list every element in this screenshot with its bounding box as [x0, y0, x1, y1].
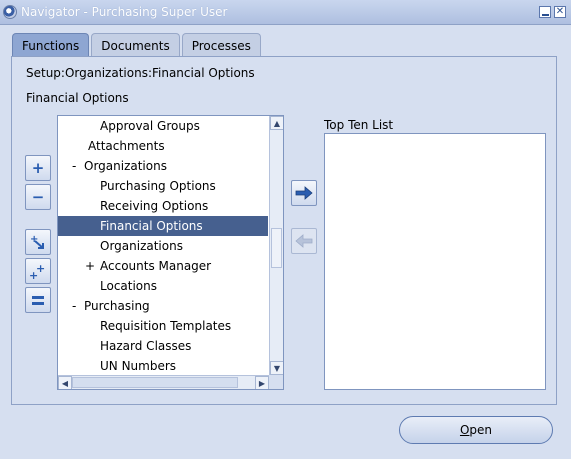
tree-item[interactable]: + Accounts Manager — [58, 256, 268, 276]
expand-all-icon: + + — [29, 262, 45, 280]
tree-item-label: Purchasing — [84, 299, 150, 313]
tree-item[interactable]: Receiving Options — [58, 196, 268, 216]
scroll-down-icon[interactable]: ▼ — [270, 361, 283, 375]
tree-item-label: Attachments — [88, 139, 165, 153]
section-label: Financial Options — [26, 91, 129, 105]
tree-item[interactable]: Locations — [58, 276, 268, 296]
tree-expander[interactable]: + — [85, 256, 95, 276]
arrow-left-icon — [295, 234, 313, 248]
function-tree[interactable]: Approval Groups Attachments - Organizati… — [57, 115, 284, 390]
tree-expander[interactable]: - — [72, 296, 76, 316]
minimize-icon[interactable] — [539, 6, 551, 18]
tree-item-label: Requisition Templates — [100, 319, 232, 333]
tree-item-label: Receiving Options — [100, 199, 209, 213]
functions-panel: Setup:Organizations:Financial Options Fi… — [11, 56, 557, 405]
tree-item-label: Accounts Manager — [100, 259, 212, 273]
navigator-tabs: Functions Documents Processes — [12, 33, 261, 57]
tree-item[interactable]: - Purchasing — [58, 296, 268, 316]
tree-item-label: Financial Options — [100, 219, 203, 233]
scroll-left-icon[interactable]: ◀ — [58, 376, 72, 389]
expand-plus-icon: + — [31, 158, 45, 177]
expand-branch-icon: + — [30, 234, 44, 249]
collapse-button[interactable]: − — [25, 184, 51, 210]
title-bar[interactable]: Navigator - Purchasing Super User ✕ — [0, 0, 571, 25]
tree-item[interactable]: UN Numbers — [58, 356, 268, 376]
tree-item-label: Approval Groups — [100, 119, 200, 133]
tree-item-label: Purchasing Options — [100, 179, 216, 193]
expand-all-button[interactable]: + + — [25, 258, 51, 284]
collapse-all-icon — [32, 296, 44, 305]
tree-item[interactable]: Hazard Classes — [58, 336, 268, 356]
vertical-scroll-thumb[interactable] — [271, 228, 282, 268]
open-button[interactable]: Open — [399, 416, 553, 444]
remove-from-top-ten-button[interactable] — [291, 228, 317, 254]
top-ten-list[interactable] — [324, 133, 546, 390]
scroll-corner — [269, 375, 283, 389]
top-ten-label: Top Ten List — [324, 118, 394, 132]
open-label: pen — [469, 423, 493, 437]
tree-item[interactable]: Approval Groups — [58, 116, 268, 136]
tab-documents[interactable]: Documents — [91, 33, 180, 57]
tab-functions[interactable]: Functions — [12, 33, 90, 57]
window-title: Navigator - Purchasing Super User — [21, 5, 228, 19]
tree-item[interactable]: Organizations — [58, 236, 268, 256]
collapse-minus-icon: − — [31, 187, 45, 206]
open-mnemonic: O — [459, 423, 470, 437]
breadcrumb: Setup:Organizations:Financial Options — [26, 66, 255, 80]
tree-item[interactable]: - Organizations — [58, 156, 268, 176]
tree-item-label: Locations — [100, 279, 158, 293]
scroll-up-icon[interactable]: ▲ — [270, 116, 283, 130]
tree-horizontal-scrollbar[interactable]: ◀ ▶ — [58, 375, 269, 389]
close-icon[interactable]: ✕ — [554, 6, 566, 18]
tree-item-label: Organizations — [84, 159, 167, 173]
arrow-right-icon — [295, 186, 313, 200]
tree-item[interactable]: Purchasing Options — [58, 176, 268, 196]
tree-item[interactable]: Requisition Templates — [58, 316, 268, 336]
tree-item-label: Hazard Classes — [100, 339, 192, 353]
expand-button[interactable]: + — [25, 155, 51, 181]
tree-item-label: UN Numbers — [100, 359, 177, 373]
tree-vertical-scrollbar[interactable]: ▲ ▼ — [269, 116, 283, 375]
add-to-top-ten-button[interactable] — [291, 180, 317, 206]
app-logo-icon — [3, 5, 17, 19]
horizontal-scroll-thumb[interactable] — [72, 377, 238, 388]
tree-expander[interactable]: - — [72, 156, 76, 176]
tree-item[interactable]: Attachments — [58, 136, 268, 156]
tree-item-label: Organizations — [100, 239, 183, 253]
collapse-all-button[interactable] — [25, 287, 51, 313]
tree-item-selected[interactable]: Financial Options — [58, 216, 268, 236]
scroll-right-icon[interactable]: ▶ — [255, 376, 269, 389]
tab-processes[interactable]: Processes — [181, 33, 261, 57]
svg-text:+: + — [36, 262, 45, 275]
expand-branch-button[interactable]: + — [25, 229, 51, 255]
